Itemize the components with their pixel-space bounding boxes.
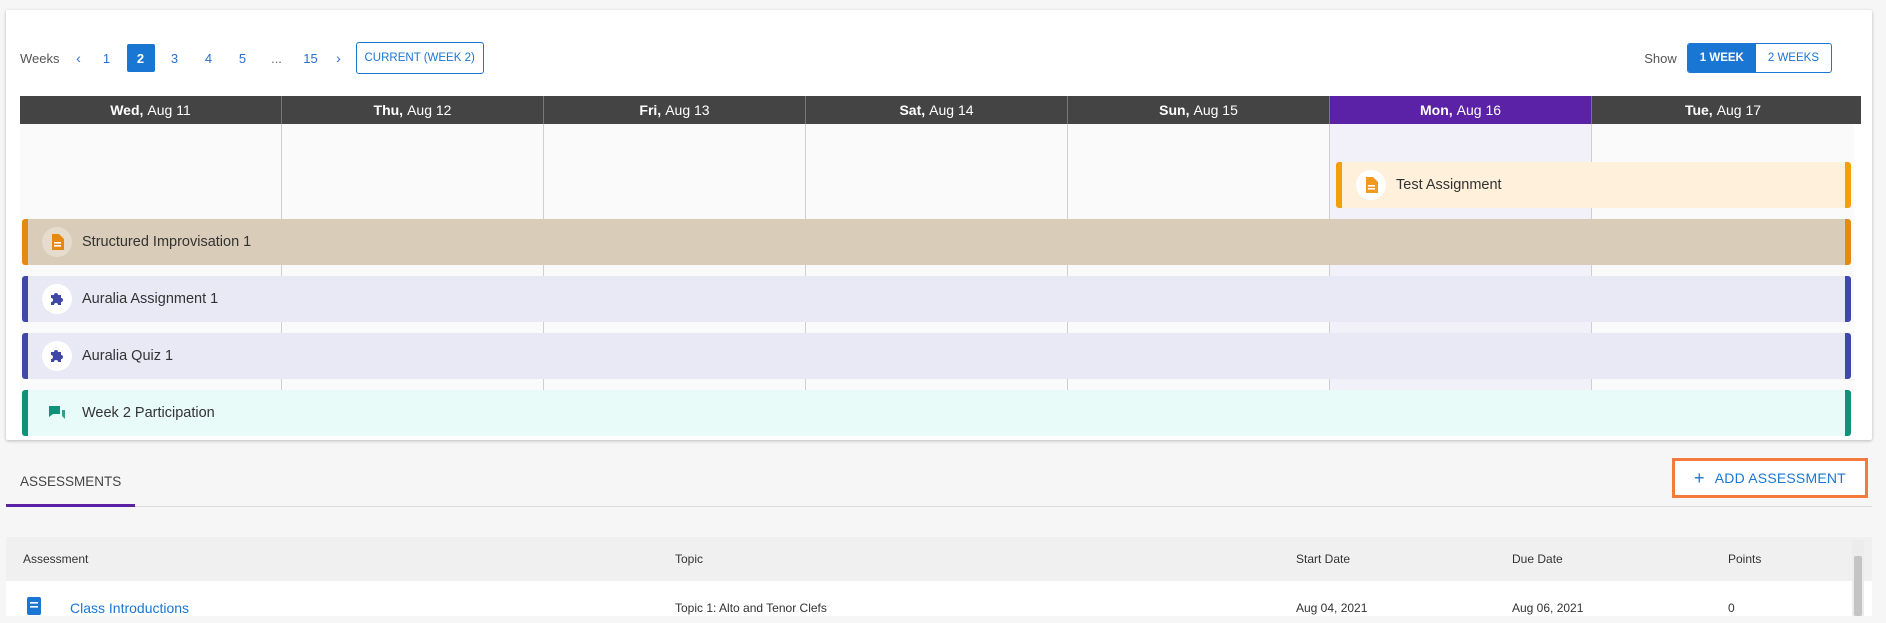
start-date-cell: Aug 04, 2021 (1296, 601, 1368, 615)
event-title: Structured Improvisation 1 (82, 234, 252, 250)
col-start-date[interactable]: Start Date (1296, 552, 1350, 566)
puzzle-icon (42, 284, 72, 314)
event-test-assignment[interactable]: Test Assignment (1336, 162, 1851, 208)
scrollbar-thumb[interactable] (1854, 556, 1862, 616)
page-2[interactable]: 2 (124, 44, 158, 72)
two-weeks-button[interactable]: 2 WEEKS (1756, 44, 1831, 72)
assessments-table: Assessment Topic Start Date Due Date Poi… (6, 537, 1872, 616)
plus-icon: + (1694, 467, 1705, 488)
page-15[interactable]: 15 (294, 44, 328, 72)
points-cell: 0 (1728, 601, 1735, 615)
page-ellipsis: ... (271, 50, 282, 66)
prev-week-chevron-icon[interactable]: ‹ (68, 44, 90, 72)
calendar-header: Wed, Aug 11 Thu, Aug 12 Fri, Aug 13 Sat, Aug… (20, 96, 1861, 124)
table-row[interactable]: Class Introductions Topic 1: Alto and Te… (6, 593, 1872, 623)
page-3[interactable]: 3 (158, 44, 192, 72)
table-header: Assessment Topic Start Date Due Date Poi… (6, 537, 1872, 581)
chat-icon (42, 398, 72, 428)
day-header-today: Mon, Aug 16 (1330, 96, 1592, 124)
tab-assessments[interactable]: ASSESSMENTS (6, 458, 136, 507)
page-1[interactable]: 1 (90, 44, 124, 72)
day-header: Wed, Aug 11 (20, 96, 282, 124)
document-icon (42, 227, 72, 257)
week-pager: Weeks ‹ 1 2 3 4 5 ... 15 › CURRENT (WEEK… (20, 42, 484, 74)
day-header: Thu, Aug 12 (282, 96, 544, 124)
event-title: Auralia Assignment 1 (82, 291, 219, 307)
page-4[interactable]: 4 (192, 44, 226, 72)
day-header: Fri, Aug 13 (544, 96, 806, 124)
current-week-button[interactable]: CURRENT (WEEK 2) (355, 42, 484, 74)
add-assessment-label: ADD ASSESSMENT (1714, 470, 1846, 486)
day-header: Tue, Aug 17 (1684, 102, 1762, 118)
next-week-chevron-icon[interactable]: › (328, 44, 350, 72)
col-topic[interactable]: Topic (675, 552, 703, 566)
show-label: Show (1644, 50, 1677, 66)
puzzle-icon (42, 341, 72, 371)
day-header: Sat, Aug 14 (806, 96, 1068, 124)
document-icon (26, 597, 42, 618)
range-segmented-control: 1 WEEK 2 WEEKS (1686, 43, 1832, 73)
event-auralia-quiz-1[interactable]: Auralia Quiz 1 (22, 333, 1851, 379)
page-5[interactable]: 5 (226, 44, 260, 72)
show-toggle: Show 1 WEEK 2 WEEKS (1644, 43, 1832, 73)
topic-cell: Topic 1: Alto and Tenor Clefs (675, 601, 827, 615)
weeks-label: Weeks (20, 50, 60, 66)
col-due-date[interactable]: Due Date (1512, 552, 1563, 566)
add-assessment-button[interactable]: + ADD ASSESSMENT (1694, 468, 1846, 489)
event-structured-improvisation-1[interactable]: Structured Improvisation 1 (22, 219, 1851, 265)
document-icon (1356, 170, 1386, 200)
col-points[interactable]: Points (1728, 552, 1761, 566)
week-calendar: Wed, Aug 11 Thu, Aug 12 Fri, Aug 13 Sat, Aug… (20, 96, 1861, 436)
col-assessment[interactable]: Assessment (23, 552, 88, 566)
event-title: Test Assignment (1396, 177, 1502, 193)
calendar-body: Test Assignment Structured Improvisation… (20, 124, 1861, 436)
day-header: Sun, Aug 15 (1068, 96, 1330, 124)
event-week-2-participation[interactable]: Week 2 Participation (22, 390, 1851, 436)
assessments-tabbar: ASSESSMENTS (6, 458, 1872, 507)
event-auralia-assignment-1[interactable]: Auralia Assignment 1 (22, 276, 1851, 322)
assessment-link[interactable]: Class Introductions (70, 600, 189, 616)
one-week-button[interactable]: 1 WEEK (1687, 44, 1756, 72)
table-scrollbar[interactable] (1852, 540, 1864, 616)
add-assessment-highlight: + ADD ASSESSMENT (1672, 458, 1868, 498)
event-title: Auralia Quiz 1 (82, 348, 174, 364)
event-title: Week 2 Participation (82, 405, 215, 421)
due-date-cell: Aug 06, 2021 (1512, 601, 1584, 615)
